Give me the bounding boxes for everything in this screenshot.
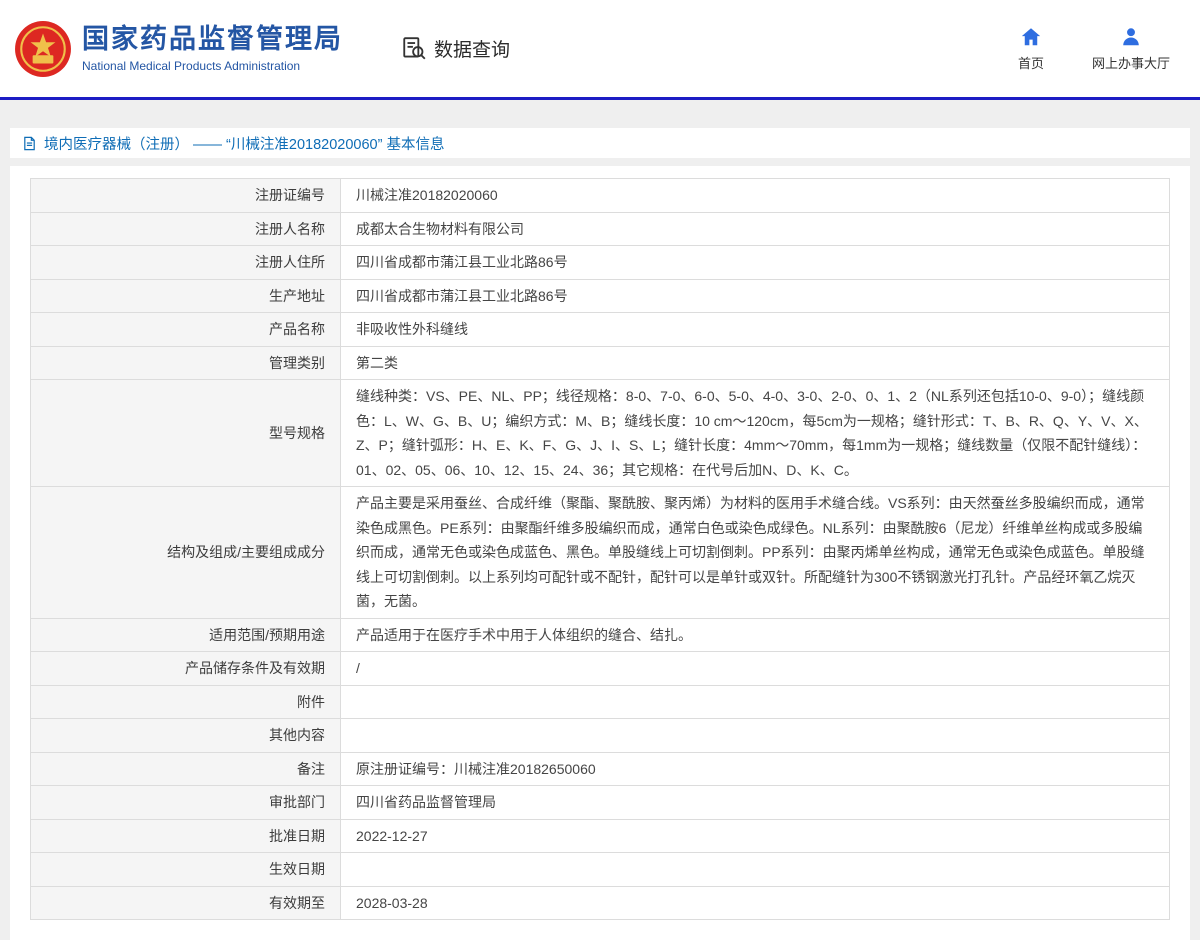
row-label: 管理类别 [31, 346, 341, 380]
row-label: 有效期至 [31, 886, 341, 920]
row-label: 产品名称 [31, 313, 341, 347]
row-label: 生产地址 [31, 279, 341, 313]
table-row: 结构及组成/主要组成成分产品主要是采用蚕丝、合成纤维（聚酯、聚酰胺、聚丙烯）为材… [31, 487, 1170, 619]
table-row: 注册人名称成都太合生物材料有限公司 [31, 212, 1170, 246]
data-query-icon [401, 36, 427, 62]
table-row: 注册人住所四川省成都市蒲江县工业北路86号 [31, 246, 1170, 280]
table-row: 批准日期2022-12-27 [31, 819, 1170, 853]
row-label: 注册人名称 [31, 212, 341, 246]
row-value: 产品主要是采用蚕丝、合成纤维（聚酯、聚酰胺、聚丙烯）为材料的医用手术缝合线。VS… [341, 487, 1170, 619]
table-row: 注册证编号川械注准20182020060 [31, 179, 1170, 213]
row-label: 注册人住所 [31, 246, 341, 280]
row-label: 型号规格 [31, 380, 341, 487]
table-row: 生产地址四川省成都市蒲江县工业北路86号 [31, 279, 1170, 313]
info-table-body: 注册证编号川械注准20182020060注册人名称成都太合生物材料有限公司注册人… [31, 179, 1170, 920]
row-value [341, 853, 1170, 887]
info-table: 注册证编号川械注准20182020060注册人名称成都太合生物材料有限公司注册人… [30, 178, 1170, 920]
row-value: 四川省成都市蒲江县工业北路86号 [341, 279, 1170, 313]
table-row: 适用范围/预期用途产品适用于在医疗手术中用于人体组织的缝合、结扎。 [31, 618, 1170, 652]
table-row: 审批部门四川省药品监督管理局 [31, 786, 1170, 820]
row-value [341, 685, 1170, 719]
document-icon [22, 136, 37, 151]
data-query-link[interactable]: 数据查询 [401, 35, 510, 62]
data-query-label: 数据查询 [434, 35, 510, 62]
row-value: 原注册证编号：川械注准20182650060 [341, 752, 1170, 786]
row-label: 生效日期 [31, 853, 341, 887]
table-row: 有效期至2028-03-28 [31, 886, 1170, 920]
row-label: 结构及组成/主要组成成分 [31, 487, 341, 619]
page-title-bar: 境内医疗器械（注册） —— “川械注准20182020060” 基本信息 [10, 128, 1190, 158]
table-row: 型号规格缝线种类：VS、PE、NL、PP；线径规格：8-0、7-0、6-0、5-… [31, 380, 1170, 487]
nav-hall-label: 网上办事大厅 [1092, 53, 1170, 72]
table-row: 其他内容 [31, 719, 1170, 753]
row-value: 成都太合生物材料有限公司 [341, 212, 1170, 246]
table-row: 生效日期 [31, 853, 1170, 887]
org-names: 国家药品监督管理局 National Medical Products Admi… [82, 24, 343, 72]
row-value: 2022-12-27 [341, 819, 1170, 853]
home-icon [1020, 26, 1042, 48]
table-row: 备注原注册证编号：川械注准20182650060 [31, 752, 1170, 786]
row-label: 批准日期 [31, 819, 341, 853]
table-row: 管理类别第二类 [31, 346, 1170, 380]
row-value: 2028-03-28 [341, 886, 1170, 920]
page-title: 境内医疗器械（注册） —— “川械注准20182020060” 基本信息 [44, 133, 444, 154]
row-label: 审批部门 [31, 786, 341, 820]
nav-service-hall[interactable]: 网上办事大厅 [1092, 26, 1170, 72]
row-label: 附件 [31, 685, 341, 719]
header-nav: 首页 网上办事大厅 [1018, 26, 1170, 72]
row-value [341, 719, 1170, 753]
row-label: 注册证编号 [31, 179, 341, 213]
nmpa-logo [14, 20, 72, 78]
row-value: / [341, 652, 1170, 686]
row-label: 适用范围/预期用途 [31, 618, 341, 652]
table-row: 产品名称非吸收性外科缝线 [31, 313, 1170, 347]
row-value: 第二类 [341, 346, 1170, 380]
row-label: 其他内容 [31, 719, 341, 753]
row-label: 备注 [31, 752, 341, 786]
site-header: 国家药品监督管理局 National Medical Products Admi… [0, 0, 1200, 97]
info-panel: 注册证编号川械注准20182020060注册人名称成都太合生物材料有限公司注册人… [10, 166, 1190, 940]
org-name-cn: 国家药品监督管理局 [82, 24, 343, 55]
row-value: 非吸收性外科缝线 [341, 313, 1170, 347]
table-row: 产品储存条件及有效期/ [31, 652, 1170, 686]
row-value: 川械注准20182020060 [341, 179, 1170, 213]
user-icon [1120, 26, 1142, 48]
row-value: 四川省药品监督管理局 [341, 786, 1170, 820]
row-value: 缝线种类：VS、PE、NL、PP；线径规格：8-0、7-0、6-0、5-0、4-… [341, 380, 1170, 487]
org-name-en: National Medical Products Administration [82, 59, 343, 73]
row-label: 产品储存条件及有效期 [31, 652, 341, 686]
row-value: 产品适用于在医疗手术中用于人体组织的缝合、结扎。 [341, 618, 1170, 652]
nav-home-label: 首页 [1018, 53, 1044, 72]
main-content: 境内医疗器械（注册） —— “川械注准20182020060” 基本信息 注册证… [0, 100, 1200, 940]
row-value: 四川省成都市蒲江县工业北路86号 [341, 246, 1170, 280]
header-left: 国家药品监督管理局 National Medical Products Admi… [14, 20, 510, 78]
table-row: 附件 [31, 685, 1170, 719]
nav-home[interactable]: 首页 [1018, 26, 1044, 72]
